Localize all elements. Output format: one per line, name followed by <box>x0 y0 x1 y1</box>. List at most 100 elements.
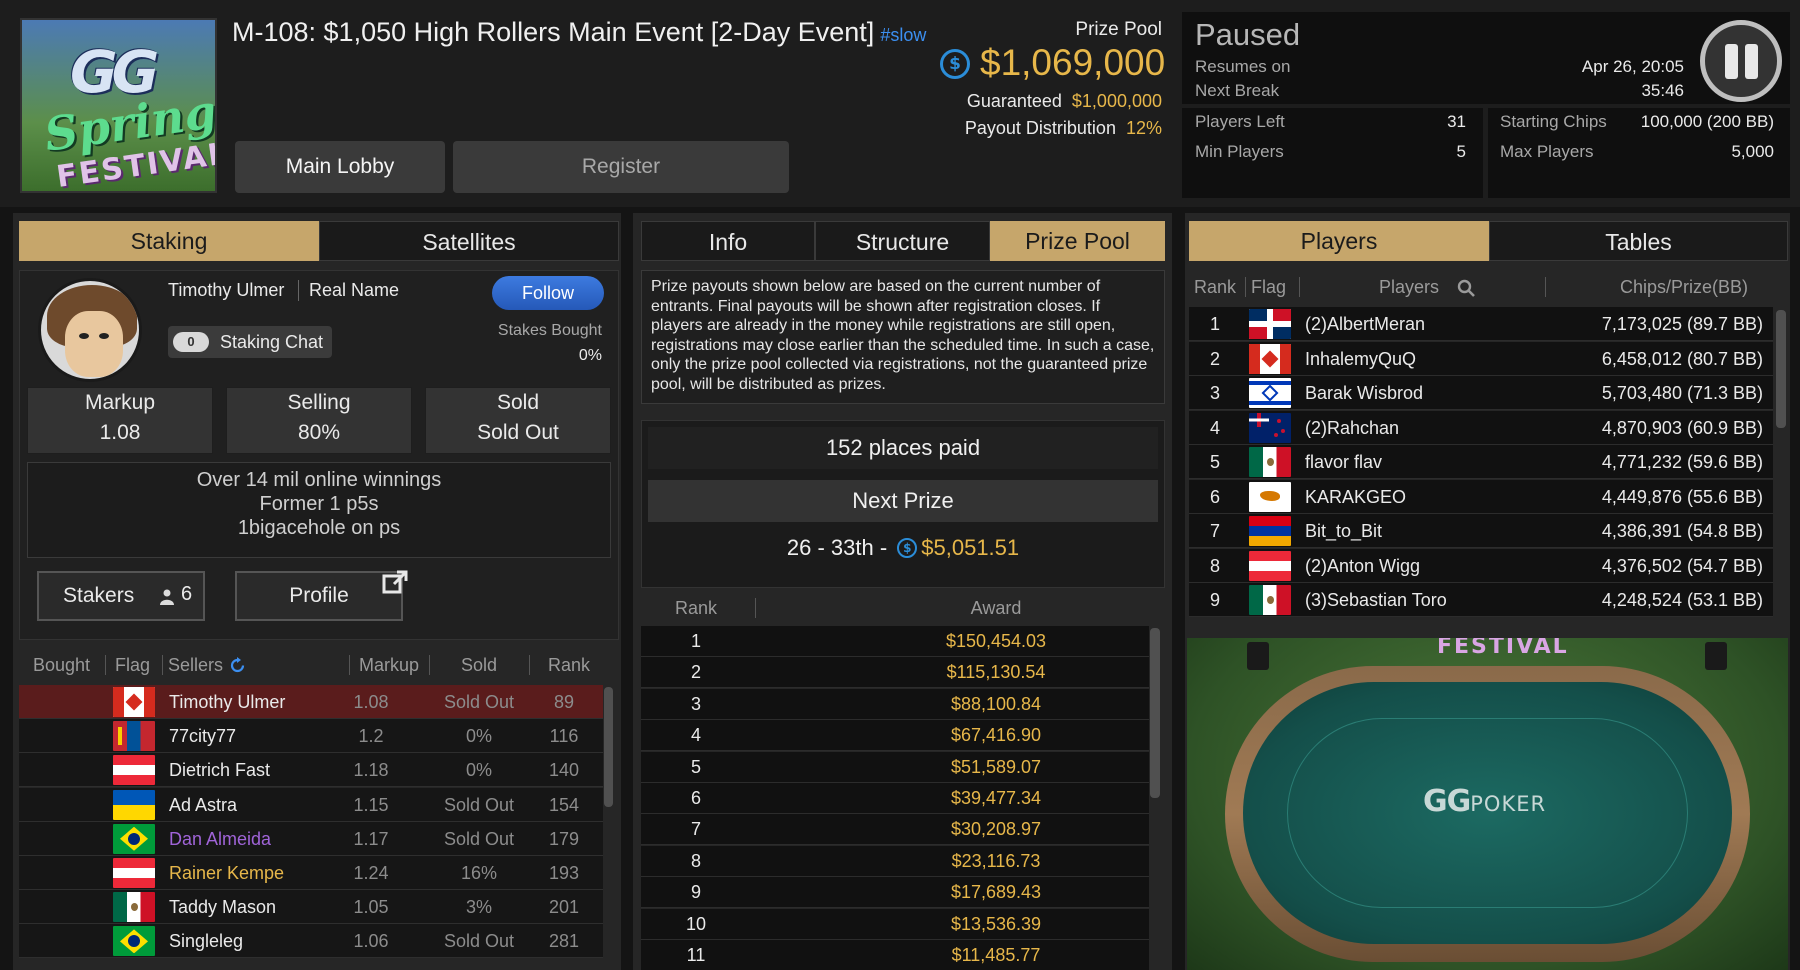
column-sellers[interactable]: Sellers <box>168 647 223 683</box>
award-amount: $30,208.97 <box>950 819 1042 840</box>
player-chips: 6,458,012 (80.7 BB) <box>1601 348 1763 369</box>
player-rank: 2 <box>1209 348 1220 369</box>
column-flag[interactable]: Flag <box>115 647 150 683</box>
player-rank: 7 <box>1209 521 1220 541</box>
chat-count-badge: 0 <box>173 332 209 352</box>
column-award[interactable]: Award <box>891 590 1101 626</box>
staker-bio: Over 14 mil online winnings Former 1 p5s… <box>27 462 611 558</box>
award-row: 2 $115,130.54 <box>641 657 1149 689</box>
tournament-status: Paused <box>1195 17 1301 52</box>
seller-markup: 1.08 <box>353 692 389 712</box>
main-lobby-button[interactable]: Main Lobby <box>235 141 445 193</box>
canada-flag-icon <box>108 337 150 372</box>
player-row[interactable]: 5 flavor flav 4,771,232 (59.6 BB) <box>1189 445 1773 479</box>
seller-row[interactable]: Taddy Mason 1.05 3% 201 <box>19 890 603 925</box>
starting-chips-value: 100,000 (200 BB) <box>1640 112 1774 131</box>
award-rank: 8 <box>690 850 701 871</box>
player-row[interactable]: 3 Barak Wisbrod 5,703,480 (71.3 BB) <box>1189 376 1773 410</box>
seller-row[interactable]: Rainer Kempe 1.24 16% 193 <box>19 856 603 890</box>
award-rank: 1 <box>690 631 701 651</box>
awards-scrollbar[interactable] <box>1150 628 1160 798</box>
register-button[interactable]: Register <box>453 141 789 193</box>
seller-row[interactable]: Timothy Ulmer 1.08 Sold Out 89 <box>19 685 603 719</box>
search-icon[interactable] <box>1457 279 1476 298</box>
player-chips: 4,449,876 (55.6 BB) <box>1601 486 1763 507</box>
player-row[interactable]: 1 (2)AlbertMeran 7,173,025 (89.7 BB) <box>1189 307 1773 341</box>
table-preview[interactable]: FESTIVAL GGPOKER <box>1187 638 1788 970</box>
award-row: 3 $88,100.84 <box>641 688 1149 720</box>
players-table-header: Rank Flag Players Chips/Prize(BB) <box>1189 269 1788 305</box>
tab-tables[interactable]: Tables <box>1489 221 1788 261</box>
player-row[interactable]: 9 (3)Sebastian Toro 4,248,524 (53.1 BB) <box>1189 583 1773 617</box>
seller-sold: 3% <box>465 897 492 918</box>
column-bought[interactable]: Bought <box>33 647 90 683</box>
column-chips[interactable]: Chips/Prize(BB) <box>1589 269 1779 305</box>
refresh-icon[interactable] <box>229 657 246 674</box>
column-flag[interactable]: Flag <box>1251 269 1286 305</box>
award-rank: 6 <box>690 788 701 808</box>
seller-row[interactable]: Dan Almeida 1.17 Sold Out 179 <box>19 821 603 856</box>
event-title: M-108: $1,050 High Rollers Main Event [2… <box>232 17 926 48</box>
currency-coin-icon: $ <box>897 538 918 559</box>
tab-prize-pool[interactable]: Prize Pool <box>990 221 1165 261</box>
tab-info[interactable]: Info <box>641 221 815 261</box>
seller-name: Dan Almeida <box>169 828 272 849</box>
tab-players[interactable]: Players <box>1189 221 1489 261</box>
player-chips: 7,173,025 (89.7 BB) <box>1601 314 1763 334</box>
selling-box: Selling 80% <box>226 387 412 454</box>
stakers-count: 6 <box>181 583 193 605</box>
seller-rank: 140 <box>548 760 580 781</box>
real-name-label: Real Name <box>298 280 399 301</box>
award-amount: $150,454.03 <box>945 631 1047 651</box>
column-players[interactable]: Players <box>1379 269 1439 305</box>
tab-structure[interactable]: Structure <box>815 221 990 261</box>
speed-tag[interactable]: #slow <box>880 25 926 45</box>
tab-satellites[interactable]: Satellites <box>319 221 619 261</box>
column-sold[interactable]: Sold <box>439 647 519 683</box>
column-markup[interactable]: Markup <box>359 647 419 683</box>
stakers-button[interactable]: Stakers <box>37 571 205 621</box>
resumes-label: Resumes on Next Break <box>1195 57 1291 100</box>
payout-distribution-value: 12% <box>1125 118 1162 138</box>
column-rank[interactable]: Rank <box>1189 269 1241 305</box>
next-prize-range: 26 - 33th <box>786 535 874 560</box>
country-flag-icon <box>1249 585 1291 626</box>
award-row: 8 $23,116.73 <box>641 845 1149 877</box>
award-row: 7 $30,208.97 <box>641 814 1149 846</box>
seller-name: 77city77 <box>169 726 237 747</box>
seller-row[interactable]: 77city77 1.2 0% 116 <box>19 719 603 754</box>
award-amount: $88,100.84 <box>950 693 1042 714</box>
profile-button[interactable]: Profile <box>235 571 403 621</box>
award-rank: 3 <box>690 693 701 714</box>
player-rank: 3 <box>1209 383 1220 403</box>
event-logo: GG Spring FESTIVAL <box>20 18 217 193</box>
column-rank[interactable]: Rank <box>539 647 599 683</box>
guaranteed-row: Guaranteed $1,000,000 <box>966 91 1162 111</box>
award-amount: $13,536.39 <box>950 913 1042 934</box>
seller-row[interactable]: Ad Astra 1.15 Sold Out 154 <box>19 787 603 822</box>
seller-row[interactable]: Singleleg 1.06 Sold Out 281 <box>19 924 603 959</box>
seller-row[interactable]: Dietrich Fast 1.18 0% 140 <box>19 753 603 788</box>
column-rank[interactable]: Rank <box>641 590 751 626</box>
player-row[interactable]: 7 Bit_to_Bit 4,386,391 (54.8 BB) <box>1189 514 1773 548</box>
players-scrollbar[interactable] <box>1776 310 1786 428</box>
seller-sold: 0% <box>465 726 492 747</box>
seller-sold: 16% <box>460 863 498 883</box>
event-title-text: M-108: $1,050 High Rollers Main Event [2… <box>232 17 875 47</box>
player-chips: 4,386,391 (54.8 BB) <box>1601 521 1763 541</box>
ggpoker-logo: GGPOKER <box>1423 784 1547 819</box>
seller-markup: 1.18 <box>353 760 389 781</box>
player-row[interactable]: 2 InhalemyQuQ 6,458,012 (80.7 BB) <box>1189 341 1773 376</box>
tab-staking[interactable]: Staking <box>19 221 319 261</box>
sellers-scrollbar[interactable] <box>604 687 613 807</box>
sold-value: Sold Out <box>477 421 559 444</box>
stats-right: Starting Chips 100,000 (200 BB) Max Play… <box>1488 108 1790 198</box>
player-row[interactable]: 6 KARAKGEO 4,449,876 (55.6 BB) <box>1189 479 1773 514</box>
player-row[interactable]: 8 (2)Anton Wigg 4,376,502 (54.7 BB) <box>1189 548 1773 583</box>
guaranteed-value: $1,000,000 <box>1071 91 1162 111</box>
player-row[interactable]: 4 (2)Rahchan 4,870,903 (60.9 BB) <box>1189 410 1773 445</box>
player-rank: 1 <box>1209 314 1220 334</box>
seller-markup: 1.17 <box>353 828 389 849</box>
pause-icon <box>1700 20 1782 102</box>
follow-button[interactable]: Follow <box>492 276 604 310</box>
